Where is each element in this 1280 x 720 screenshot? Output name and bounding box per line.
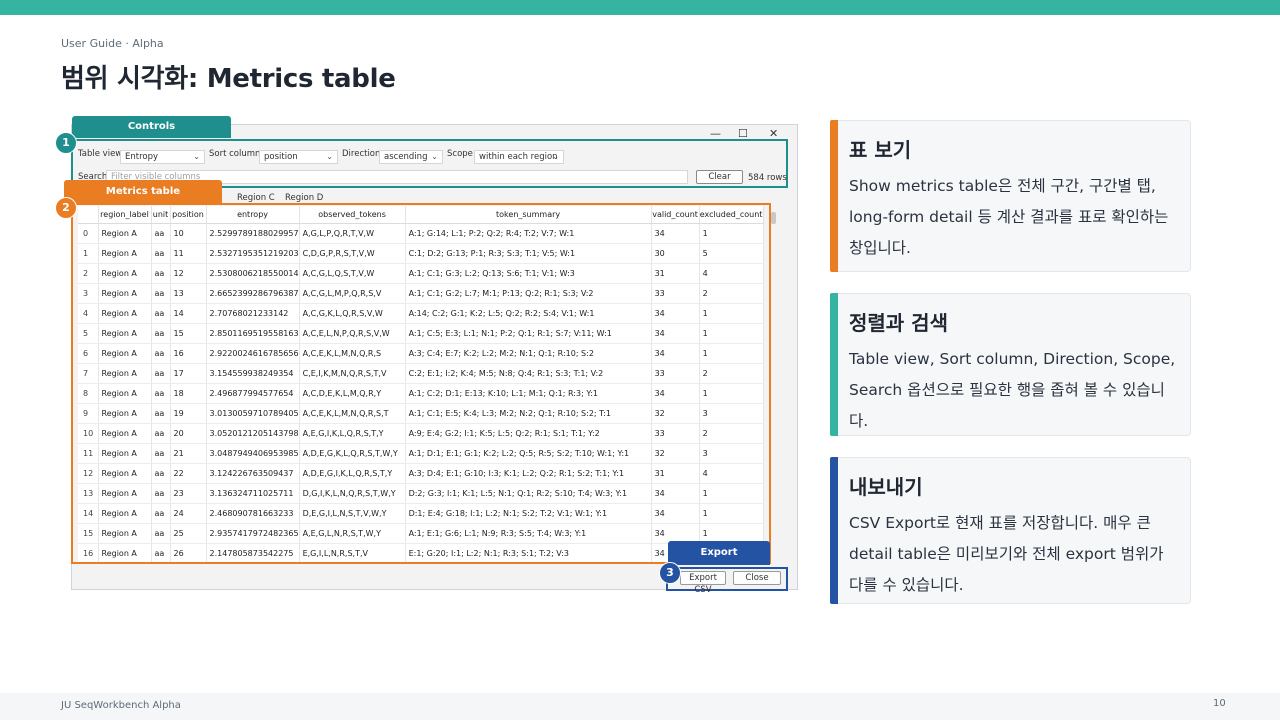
card-title: 표 보기 bbox=[849, 138, 912, 162]
direction-label: Direction bbox=[342, 149, 381, 159]
footer-bar bbox=[0, 693, 1280, 720]
callout-badge-2: 2 bbox=[55, 197, 77, 219]
card-body: Show metrics table은 전체 구간, 구간별 탭, long-f… bbox=[849, 177, 1169, 257]
metrics-highlight bbox=[71, 203, 771, 564]
sort-column-value: position bbox=[264, 152, 298, 162]
chevron-down-icon: ⌄ bbox=[326, 152, 333, 161]
table-scrollbar[interactable] bbox=[771, 212, 776, 224]
clear-button[interactable]: Clear bbox=[696, 170, 743, 184]
top-accent-bar bbox=[0, 0, 1280, 15]
export-csv-button[interactable]: Export CSV bbox=[680, 571, 726, 595]
page-title: 범위 시각화: Metrics table bbox=[61, 64, 396, 94]
card-accent-bar bbox=[830, 457, 838, 604]
card-export: 내보내기 CSV Export로 현재 표를 저장합니다. 매우 큰 detai… bbox=[830, 457, 1191, 604]
breadcrumb: User Guide · Alpha bbox=[61, 37, 164, 50]
card-sort-search: 정렬과 검색 Table view, Sort column, Directio… bbox=[830, 293, 1191, 436]
card-title: 내보내기 bbox=[849, 475, 923, 499]
card-body: CSV Export로 현재 표를 저장합니다. 매우 큰 detail tab… bbox=[849, 514, 1164, 594]
close-button[interactable]: Close bbox=[733, 571, 781, 585]
callout-badge-3: 3 bbox=[659, 562, 681, 584]
chevron-down-icon: ⌄ bbox=[431, 152, 438, 161]
card-table-view: 표 보기 Show metrics table은 전체 구간, 구간별 탭, l… bbox=[830, 120, 1191, 272]
metrics-callout-label: Metrics table bbox=[64, 180, 222, 203]
card-body: Table view, Sort column, Direction, Scop… bbox=[849, 350, 1176, 430]
sort-column-label: Sort column bbox=[209, 149, 261, 159]
tab-region-d[interactable]: Region D bbox=[285, 193, 323, 203]
row-count: 584 rows bbox=[748, 173, 787, 183]
scope-label: Scope bbox=[447, 149, 473, 159]
sort-column-select[interactable]: position ⌄ bbox=[259, 150, 338, 164]
tab-region-c[interactable]: Region C bbox=[237, 193, 275, 203]
card-accent-bar bbox=[830, 120, 838, 272]
callout-badge-1: 1 bbox=[55, 132, 77, 154]
direction-value: ascending bbox=[384, 152, 428, 162]
footer-text: JU SeqWorkbench Alpha bbox=[61, 700, 181, 711]
card-accent-bar bbox=[830, 293, 838, 436]
controls-callout-label: Controls bbox=[72, 116, 231, 138]
table-view-label: Table view bbox=[78, 149, 123, 159]
page-number: 10 bbox=[1213, 698, 1226, 709]
card-title: 정렬과 검색 bbox=[849, 311, 948, 335]
table-view-select[interactable]: Entropy ⌄ bbox=[120, 150, 205, 164]
chevron-down-icon: ⌄ bbox=[193, 152, 200, 161]
export-callout-label: Export bbox=[668, 541, 770, 565]
scope-value: within each region bbox=[479, 152, 558, 162]
chevron-down-icon: ⌄ bbox=[552, 152, 559, 161]
table-view-value: Entropy bbox=[125, 152, 159, 162]
direction-select[interactable]: ascending ⌄ bbox=[379, 150, 443, 164]
scope-select[interactable]: within each region ⌄ bbox=[474, 150, 564, 164]
